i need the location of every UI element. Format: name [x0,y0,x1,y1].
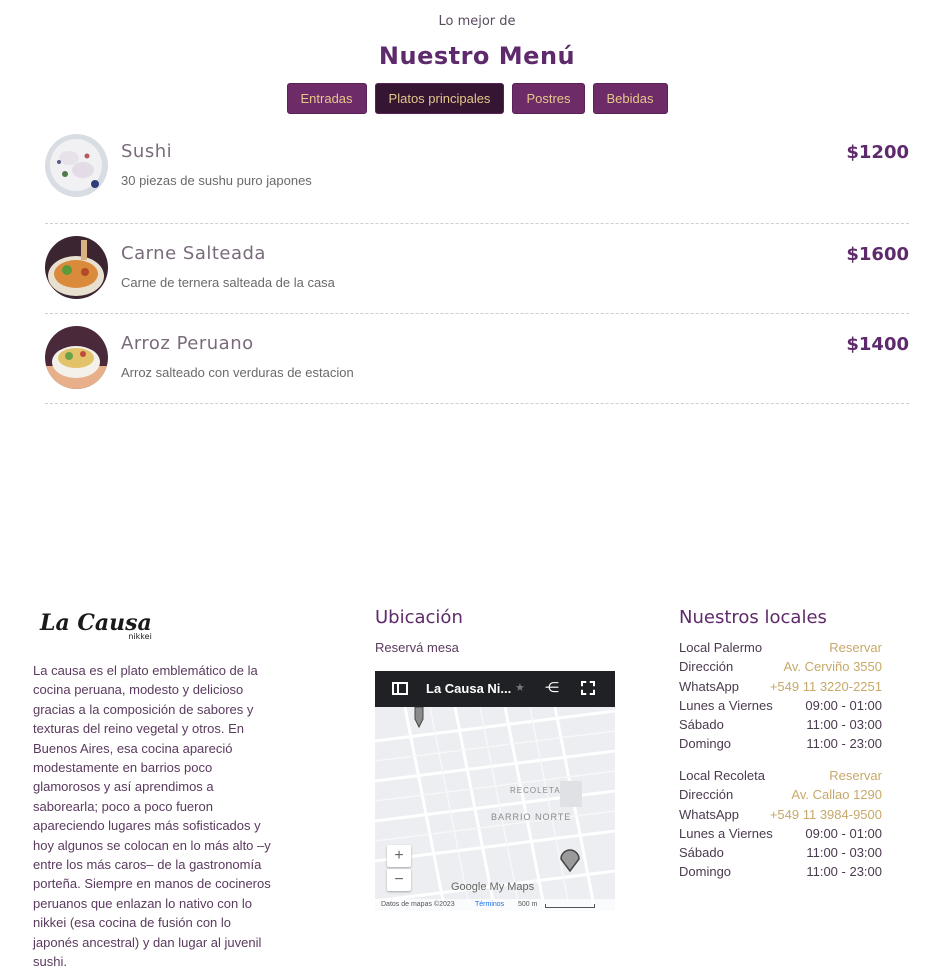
about-text: La causa es el plato emblemático de la c… [33,663,271,970]
zoom-in-button[interactable]: + [387,845,411,867]
tab-platos-principales[interactable]: Platos principales [374,83,505,114]
dish-name: Arroz Peruano [121,333,254,354]
zoom-out-button[interactable]: − [387,869,411,891]
map-label: BARRIO NORTE [491,812,572,822]
map-label: RECOLETA [510,786,561,795]
brand-logo: La Causa nikkei [40,612,152,641]
hours-time: 11:00 - 23:00 [806,864,882,880]
embedded-map[interactable]: RECOLETA BARRIO NORTE La Causa Ni... ★ ⋲… [375,671,615,911]
dish-name: Sushi [121,141,173,162]
hours-day: Sábado [679,717,724,733]
menu-item: Carne Salteada Carne de ternera salteada… [45,224,909,314]
dish-price: $1600 [846,244,909,265]
dish-description: 30 piezas de sushu puro japones [121,173,312,188]
hours-time: 11:00 - 23:00 [806,736,882,752]
branch-recoleta: Local Recoleta Reservar Dirección Av. Call… [679,766,882,882]
map-attribution-bar: Datos de mapas ©2023 Términos 500 m [375,899,615,911]
address-link[interactable]: Av. Cerviño 3550 [783,657,882,676]
dish-photo [45,134,108,197]
page-title: Nuestro Menú [378,42,576,70]
tab-bebidas[interactable]: Bebidas [592,83,668,114]
dish-price: $1400 [846,334,909,355]
map-attribution: Datos de mapas ©2023 [381,901,455,908]
hours-time: 09:00 - 01:00 [805,825,882,841]
location-heading: Ubicación [375,607,463,628]
branch-name: Local Recoleta [679,768,765,783]
hours-day: Lunes a Viernes [679,825,773,841]
hours-time: 11:00 - 03:00 [806,717,882,733]
menu-item: Sushi 30 piezas de sushu puro japones $1… [45,134,909,224]
whatsapp-link[interactable]: +549 11 3220-2251 [770,677,882,696]
map-scale: 500 m [518,901,538,908]
dish-photo [45,236,108,299]
menu-list: Sushi 30 piezas de sushu puro japones $1… [45,134,909,404]
sidebar-toggle-icon[interactable] [392,682,408,695]
reserve-link[interactable]: Reservar [829,766,882,785]
map-terms-link[interactable]: Términos [475,901,504,908]
map-title: La Causa Ni... [426,681,512,696]
address-link[interactable]: Av. Callao 1290 [791,785,882,804]
fullscreen-icon[interactable] [581,681,595,695]
tab-postres[interactable]: Postres [512,83,585,114]
map-scale-bar [545,904,595,908]
whatsapp-label: WhatsApp [679,806,739,822]
menu-item: Arroz Peruano Arroz salteado con verdura… [45,314,909,404]
whatsapp-label: WhatsApp [679,678,739,694]
dish-price: $1200 [846,142,909,163]
hours-day: Sábado [679,845,724,861]
branch-palermo: Local Palermo Reservar Dirección Av. Cervi… [679,638,882,754]
reserve-text: Reservá mesa [375,640,459,655]
share-icon[interactable]: ⋲ [545,679,559,696]
address-label: Dirección [679,787,734,803]
star-icon[interactable]: ★ [515,681,525,694]
reserve-link[interactable]: Reservar [829,638,882,657]
address-label: Dirección [679,659,734,675]
branch-name: Local Palermo [679,640,763,655]
hours-day: Domingo [679,736,732,752]
logo-text: La Causa [40,610,152,636]
dish-description: Carne de ternera salteada de la casa [121,275,335,290]
dish-photo [45,326,108,389]
hours-time: 11:00 - 03:00 [806,845,882,861]
hours-day: Domingo [679,864,732,880]
map-toolbar: La Causa Ni... ★ ⋲ [375,671,615,707]
tab-entradas[interactable]: Entradas [286,83,367,114]
dish-name: Carne Salteada [121,243,266,264]
section-subtitle: Lo mejor de [438,14,516,29]
menu-tabs: Entradas Platos principales Postres Bebi… [0,83,948,114]
hours-time: 09:00 - 01:00 [805,697,882,713]
map-brand: Google My Maps [451,881,535,893]
branches-heading: Nuestros locales [679,607,827,628]
hours-day: Lunes a Viernes [679,697,773,713]
whatsapp-link[interactable]: +549 11 3984-9500 [770,805,882,824]
dish-description: Arroz salteado con verduras de estacion [121,365,354,380]
